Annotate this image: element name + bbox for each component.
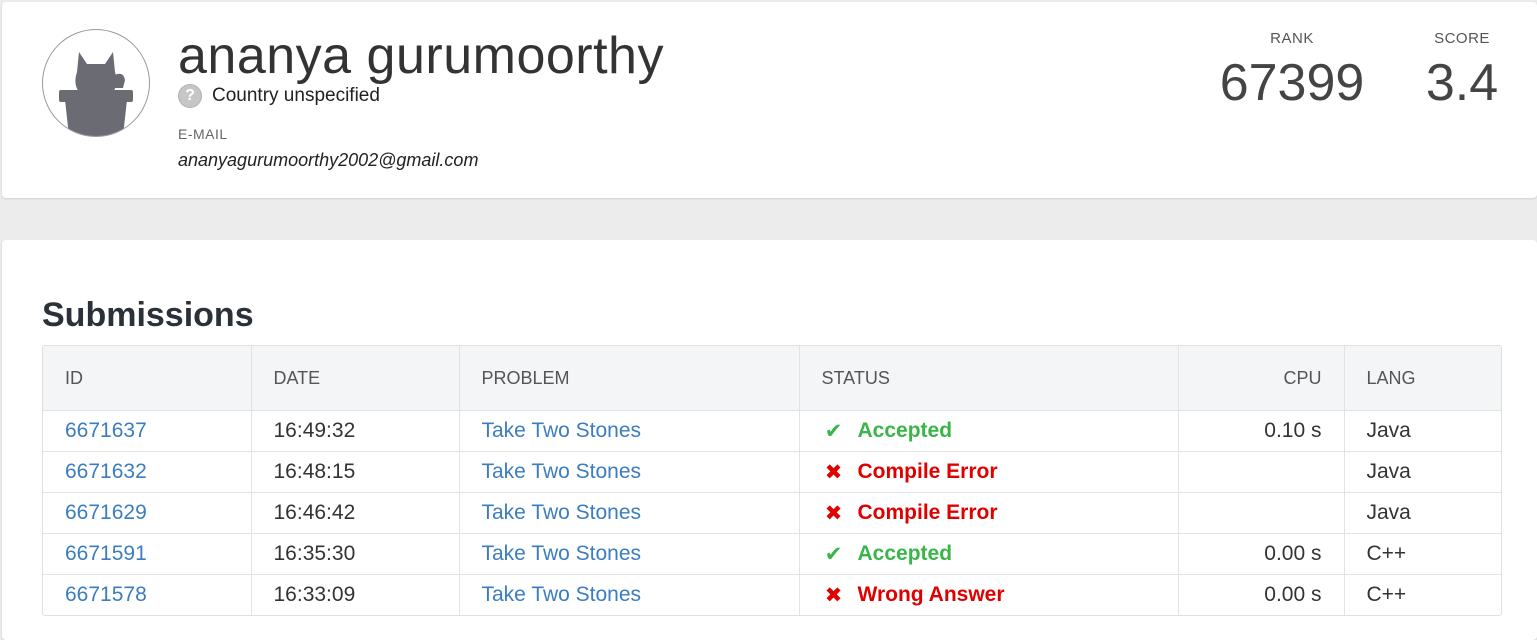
submissions-card: Submissions ID DATE PROBLEM STATUS CPU L… (2, 240, 1537, 640)
column-header-cpu[interactable]: CPU (1177, 346, 1344, 411)
submission-cpu: 0.10 s (1177, 410, 1344, 452)
submission-cpu (1177, 451, 1344, 493)
status-text: Accepted (857, 542, 953, 565)
cross-icon: ✖ (824, 583, 843, 607)
submissions-title: Submissions (42, 296, 254, 334)
status-text: Wrong Answer (857, 583, 1005, 606)
table-header-row: ID DATE PROBLEM STATUS CPU LANG (43, 346, 1501, 411)
question-icon: ? (178, 84, 202, 108)
check-icon: ✔ (824, 542, 843, 566)
table-row: 6671578 16:33:09 Take Two Stones ✖ Wrong … (43, 574, 1501, 615)
score-stat: SCORE 3.4 (1422, 30, 1502, 109)
status-text: Compile Error (857, 460, 998, 483)
problem-link[interactable]: Take Two Stones (482, 501, 642, 524)
cat-avatar-icon (59, 52, 133, 136)
submission-lang: C++ (1343, 533, 1501, 575)
country-label: Country unspecified (212, 85, 380, 106)
submission-cpu: 0.00 s (1177, 533, 1344, 575)
status-cell: ✔ Accepted (822, 419, 1156, 444)
status-cell: ✖ Wrong Answer (822, 583, 1156, 608)
submission-lang: Java (1343, 410, 1501, 452)
rank-stat: RANK 67399 (1214, 30, 1370, 109)
submission-id-link[interactable]: 6671637 (65, 419, 147, 442)
submission-id-link[interactable]: 6671632 (65, 460, 147, 483)
column-header-status[interactable]: STATUS (798, 346, 1178, 411)
table-row: 6671591 16:35:30 Take Two Stones ✔ Accept… (43, 533, 1501, 575)
submission-id-link[interactable]: 6671591 (65, 542, 147, 565)
status-cell: ✖ Compile Error (822, 460, 1156, 485)
problem-link[interactable]: Take Two Stones (482, 542, 642, 565)
profile-name: ananya gurumoorthy (178, 27, 664, 85)
cross-icon: ✖ (824, 460, 843, 484)
status-text: Accepted (857, 419, 953, 442)
problem-link[interactable]: Take Two Stones (482, 583, 642, 606)
column-header-lang[interactable]: LANG (1343, 346, 1501, 411)
status-cell: ✖ Compile Error (822, 501, 1156, 526)
table-row: 6671632 16:48:15 Take Two Stones ✖ Compil… (43, 451, 1501, 493)
submission-date: 16:35:30 (250, 533, 459, 575)
submission-lang: C++ (1343, 574, 1501, 615)
email-label: E-MAIL (178, 126, 228, 142)
rank-label: RANK (1270, 30, 1314, 47)
email-value: ananyagurumoorthy2002@gmail.com (178, 150, 479, 170)
column-header-date[interactable]: DATE (250, 346, 459, 411)
check-icon: ✔ (824, 419, 843, 443)
profile-card: ananya gurumoorthy ? Country unspecified… (2, 2, 1537, 198)
submission-date: 16:48:15 (250, 451, 459, 493)
submission-lang: Java (1343, 451, 1501, 493)
avatar (42, 29, 150, 137)
submission-id-link[interactable]: 6671578 (65, 583, 147, 606)
submission-date: 16:49:32 (250, 410, 459, 452)
problem-link[interactable]: Take Two Stones (482, 419, 642, 442)
column-header-problem[interactable]: PROBLEM (458, 346, 799, 411)
rank-value: 67399 (1219, 54, 1365, 112)
status-text: Compile Error (857, 501, 998, 524)
table-row: 6671629 16:46:42 Take Two Stones ✖ Compil… (43, 492, 1501, 534)
column-header-id[interactable]: ID (43, 346, 251, 411)
submission-cpu (1177, 492, 1344, 534)
score-value: 3.4 (1425, 54, 1499, 112)
score-label: SCORE (1434, 30, 1490, 47)
country-row: ? Country unspecified (178, 84, 380, 108)
submission-cpu: 0.00 s (1177, 574, 1344, 615)
submissions-table: ID DATE PROBLEM STATUS CPU LANG 6671637 … (42, 345, 1502, 616)
table-row: 6671637 16:49:32 Take Two Stones ✔ Accept… (43, 410, 1501, 452)
submission-date: 16:46:42 (250, 492, 459, 534)
submission-id-link[interactable]: 6671629 (65, 501, 147, 524)
submission-lang: Java (1343, 492, 1501, 534)
cross-icon: ✖ (824, 501, 843, 525)
submission-date: 16:33:09 (250, 574, 459, 615)
status-cell: ✔ Accepted (822, 542, 1156, 567)
problem-link[interactable]: Take Two Stones (482, 460, 642, 483)
